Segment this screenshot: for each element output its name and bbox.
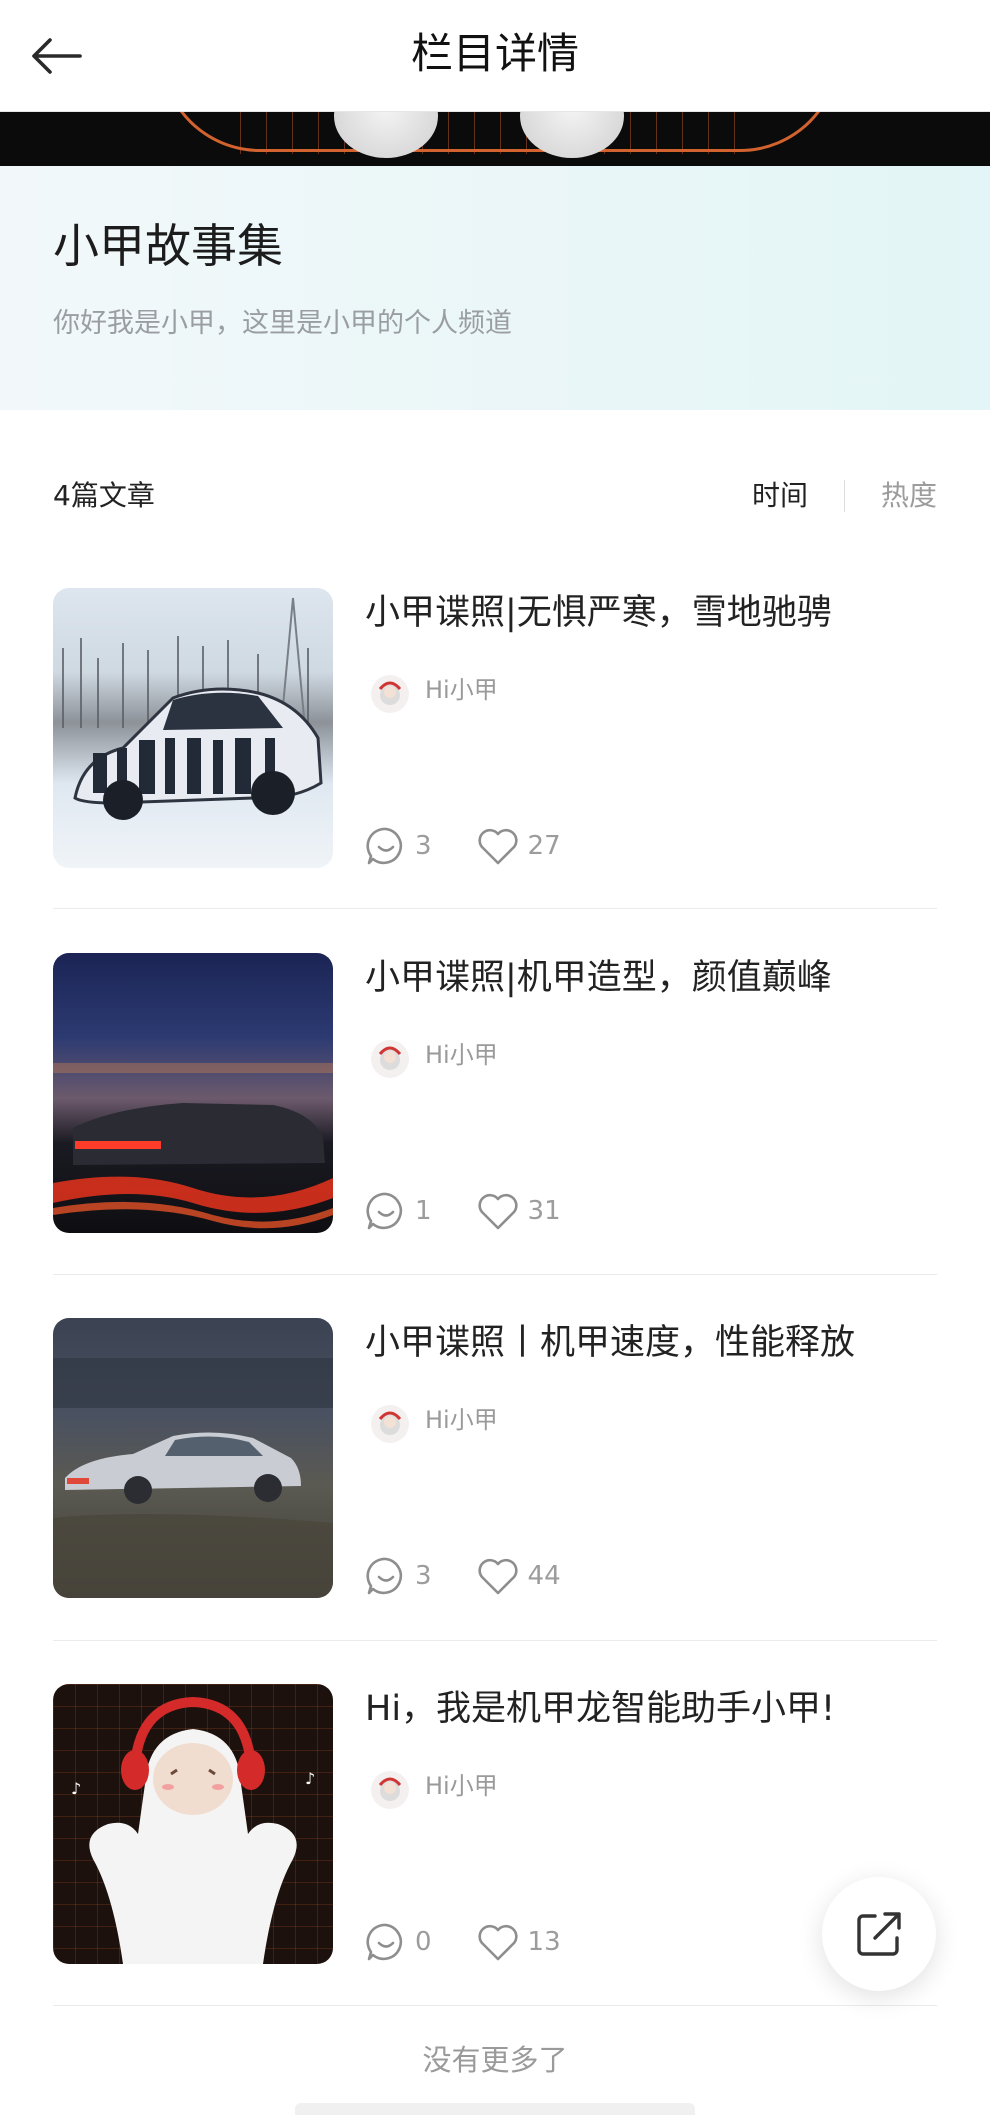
heart-icon — [477, 1924, 518, 1961]
comment-count-value: 0 — [415, 1927, 432, 1957]
like-count-value: 44 — [527, 1561, 561, 1591]
banner-arc-decoration — [160, 112, 840, 152]
article-item[interactable]: 小甲谍照丨机甲速度，性能释放 Hi小甲 3 44 — [53, 1318, 937, 1598]
article-stats: 3 27 — [365, 824, 561, 868]
top-navigation-bar: 栏目详情 — [0, 0, 990, 112]
like-count[interactable]: 27 — [476, 826, 561, 866]
list-divider — [53, 1274, 937, 1275]
article-thumbnail[interactable] — [53, 953, 333, 1233]
column-title: 小甲故事集 — [53, 219, 283, 273]
like-count[interactable]: 13 — [476, 1922, 561, 1962]
article-title[interactable]: 小甲谍照丨机甲速度，性能释放 — [365, 1320, 855, 1366]
banner-image — [0, 112, 990, 166]
svg-text:♪: ♪ — [71, 1779, 81, 1798]
author-avatar — [371, 1405, 409, 1443]
comment-count[interactable]: 3 — [365, 825, 432, 867]
list-divider — [53, 2005, 937, 2006]
article-author[interactable]: Hi小甲 — [371, 1400, 498, 1443]
like-count-value: 27 — [527, 831, 561, 861]
comment-count[interactable]: 3 — [365, 1555, 432, 1597]
heart-icon — [477, 1193, 518, 1230]
silver-car-image — [53, 1358, 333, 1598]
article-count: 4篇文章 — [53, 479, 155, 512]
comment-count-value: 3 — [415, 1561, 432, 1591]
article-item[interactable]: ♪ ♪ Hi，我是机甲龙智能助手小甲! Hi小甲 0 13 — [53, 1684, 937, 1964]
article-author[interactable]: Hi小甲 — [371, 1035, 498, 1078]
comment-count[interactable]: 1 — [365, 1190, 432, 1232]
share-external-icon — [857, 1912, 901, 1956]
article-list-header: 4篇文章 时间 热度 — [53, 476, 937, 516]
svg-text:♪: ♪ — [305, 1769, 315, 1788]
like-count-value: 13 — [527, 1927, 561, 1957]
sort-options: 时间 热度 — [752, 476, 937, 516]
comment-count[interactable]: 0 — [365, 1921, 432, 1963]
article-title[interactable]: 小甲谍照|无惧严寒，雪地驰骋 — [365, 590, 832, 636]
article-title[interactable]: 小甲谍照|机甲造型，颜值巅峰 — [365, 955, 832, 1001]
author-avatar — [371, 1040, 409, 1078]
heart-icon — [477, 828, 518, 865]
author-name: Hi小甲 — [425, 1406, 498, 1434]
author-avatar — [371, 1771, 409, 1809]
like-count-value: 31 — [527, 1196, 561, 1226]
article-stats: 0 13 — [365, 1920, 561, 1964]
article-item[interactable]: 小甲谍照|无惧严寒，雪地驰骋 Hi小甲 3 27 — [53, 588, 937, 868]
camouflaged-car-image — [62, 597, 323, 820]
author-name: Hi小甲 — [425, 1041, 498, 1069]
like-count[interactable]: 44 — [476, 1556, 561, 1596]
night-car-image — [53, 1063, 333, 1229]
article-thumbnail[interactable] — [53, 588, 333, 868]
author-name: Hi小甲 — [425, 676, 498, 704]
mascot-image: ♪ ♪ — [71, 1696, 315, 1964]
like-count[interactable]: 31 — [476, 1191, 561, 1231]
sort-by-popularity-tab[interactable]: 热度 — [881, 476, 937, 516]
comment-bubble-icon — [366, 1192, 403, 1230]
author-avatar — [371, 675, 409, 713]
article-title[interactable]: Hi，我是机甲龙智能助手小甲! — [365, 1686, 835, 1732]
sort-by-time-tab[interactable]: 时间 — [752, 476, 808, 516]
comment-bubble-icon — [366, 827, 403, 865]
article-author[interactable]: Hi小甲 — [371, 1766, 498, 1809]
article-author[interactable]: Hi小甲 — [371, 670, 498, 713]
author-name: Hi小甲 — [425, 1772, 498, 1800]
comment-bubble-icon — [366, 1557, 403, 1595]
list-divider — [53, 908, 937, 909]
no-more-content-text: 没有更多了 — [422, 2043, 568, 2077]
article-thumbnail[interactable] — [53, 1318, 333, 1598]
comment-count-value: 3 — [415, 831, 432, 861]
list-divider — [53, 1640, 937, 1641]
article-thumbnail[interactable]: ♪ ♪ — [53, 1684, 333, 1964]
heart-icon — [477, 1558, 518, 1595]
comment-bubble-icon — [366, 1923, 403, 1961]
article-item[interactable]: 小甲谍照|机甲造型，颜值巅峰 Hi小甲 1 31 — [53, 953, 937, 1233]
sort-divider — [843, 480, 845, 512]
comment-count-value: 1 — [415, 1196, 432, 1226]
share-button[interactable] — [822, 1877, 936, 1991]
article-stats: 3 44 — [365, 1554, 561, 1598]
page-title: 栏目详情 — [410, 29, 579, 78]
home-indicator — [295, 2103, 695, 2115]
column-description: 你好我是小甲，这里是小甲的个人频道 — [53, 308, 512, 339]
article-stats: 1 31 — [365, 1189, 561, 1233]
column-header-card: 小甲故事集 你好我是小甲，这里是小甲的个人频道 — [0, 166, 990, 410]
